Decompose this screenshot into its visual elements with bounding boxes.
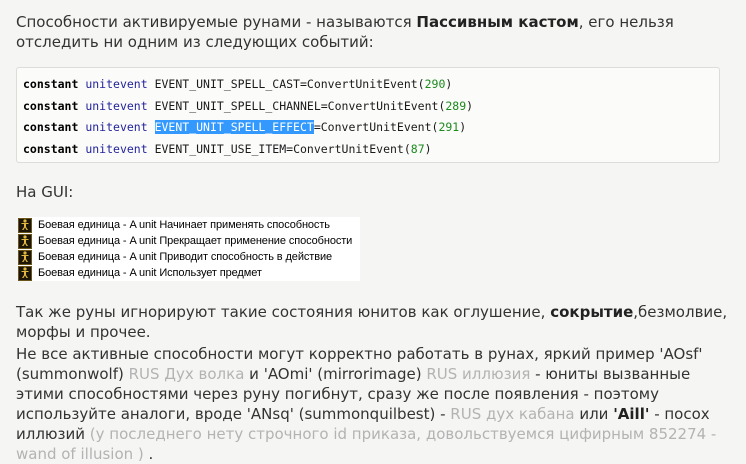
code-close: ) bbox=[459, 120, 467, 134]
gui-screenshot: Боевая единица - A unit Начинает применя… bbox=[18, 217, 360, 281]
code-event: EVENT_UNIT_USE_ITEM bbox=[154, 141, 287, 156]
code-close: ) bbox=[466, 98, 474, 113]
code-number: 289 bbox=[445, 98, 467, 113]
code-event: EVENT_UNIT_SPELL_CHANNEL bbox=[154, 98, 321, 113]
code-func: =ConvertUnitEvent( bbox=[286, 141, 411, 156]
code-keyword: constant bbox=[23, 141, 79, 156]
code-close: ) bbox=[445, 77, 453, 91]
p4-text: и 'AOmi' (mirrorimage) bbox=[244, 365, 427, 383]
intro-paragraph: Способности активируемые рунами - называ… bbox=[16, 12, 736, 52]
code-keyword: constant bbox=[23, 98, 79, 113]
p4-muted: RUS иллюзия bbox=[426, 365, 531, 383]
code-func: =ConvertUnitEvent( bbox=[299, 77, 425, 91]
code-event-selected[interactable]: EVENT_UNIT_SPELL_EFFECT bbox=[154, 120, 314, 134]
code-line-spell-channel: constant unitevent EVENT_UNIT_SPELL_CHAN… bbox=[23, 96, 719, 118]
code-line-use-item: constant unitevent EVENT_UNIT_USE_ITEM=C… bbox=[23, 139, 719, 161]
code-type: unitevent bbox=[85, 77, 148, 91]
p4-text: . bbox=[143, 445, 154, 463]
code-type: unitevent bbox=[85, 141, 148, 156]
code-number: 291 bbox=[438, 120, 460, 134]
code-func: =ConvertUnitEvent( bbox=[320, 98, 446, 113]
p4-muted: RUS дух кабана bbox=[450, 405, 575, 423]
gui-label: На GUI: bbox=[16, 183, 74, 201]
code-number: 290 bbox=[424, 77, 446, 91]
code-number: 87 bbox=[410, 141, 425, 156]
p4-bold: 'Aill' bbox=[613, 405, 650, 423]
unit-event-icon bbox=[18, 249, 32, 265]
code-line-spell-effect: constant unitevent EVENT_UNIT_SPELL_EFFE… bbox=[23, 117, 719, 139]
code-keyword: constant bbox=[23, 77, 79, 91]
active-abilities-paragraph: Не все активные способности могут коррек… bbox=[16, 344, 736, 464]
code-block[interactable]: constant unitevent EVENT_UNIT_SPELL_CAST… bbox=[16, 67, 720, 163]
ignore-states-paragraph: Так же руны игнорируют такие состояния ю… bbox=[16, 302, 736, 342]
code-type: unitevent bbox=[85, 98, 148, 113]
p4-muted: (у последнего нету строчного id приказа,… bbox=[16, 425, 717, 463]
gui-row: Боевая единица - A unit Использует предм… bbox=[18, 265, 360, 281]
p3-bold: сокрытие bbox=[550, 303, 634, 321]
p3-text: Так же руны игнорируют такие состояния ю… bbox=[16, 303, 551, 321]
unit-event-icon bbox=[18, 233, 32, 249]
unit-event-icon bbox=[18, 217, 32, 233]
p4-muted: RUS Дух волка bbox=[128, 365, 245, 383]
code-event: EVENT_UNIT_SPELL_CAST bbox=[154, 77, 300, 91]
p4-text: или bbox=[574, 405, 614, 423]
code-line-spell-cast: constant unitevent EVENT_UNIT_SPELL_CAST… bbox=[23, 74, 719, 96]
gui-row-text: Боевая единица - A unit Использует предм… bbox=[38, 267, 262, 279]
code-type: unitevent bbox=[85, 120, 148, 134]
code-close: ) bbox=[424, 141, 432, 156]
intro-bold: Пассивным кастом bbox=[416, 13, 579, 31]
code-keyword: constant bbox=[23, 120, 79, 134]
code-func: =ConvertUnitEvent( bbox=[313, 120, 439, 134]
unit-event-icon bbox=[18, 265, 32, 281]
intro-text: Способности активируемые рунами - называ… bbox=[16, 13, 417, 31]
